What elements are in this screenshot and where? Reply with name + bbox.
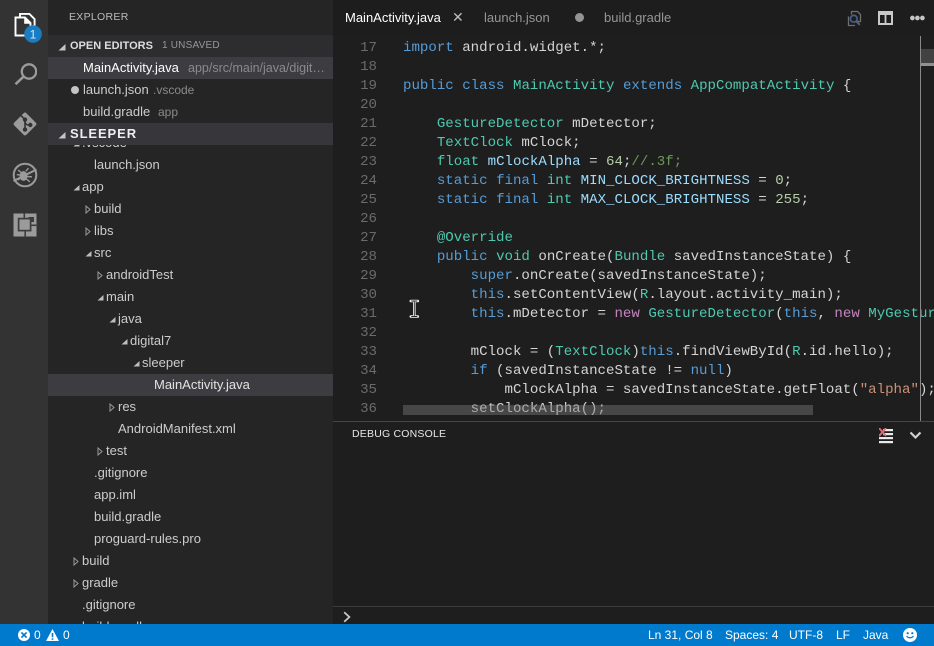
- svg-text:1: 1: [30, 27, 37, 41]
